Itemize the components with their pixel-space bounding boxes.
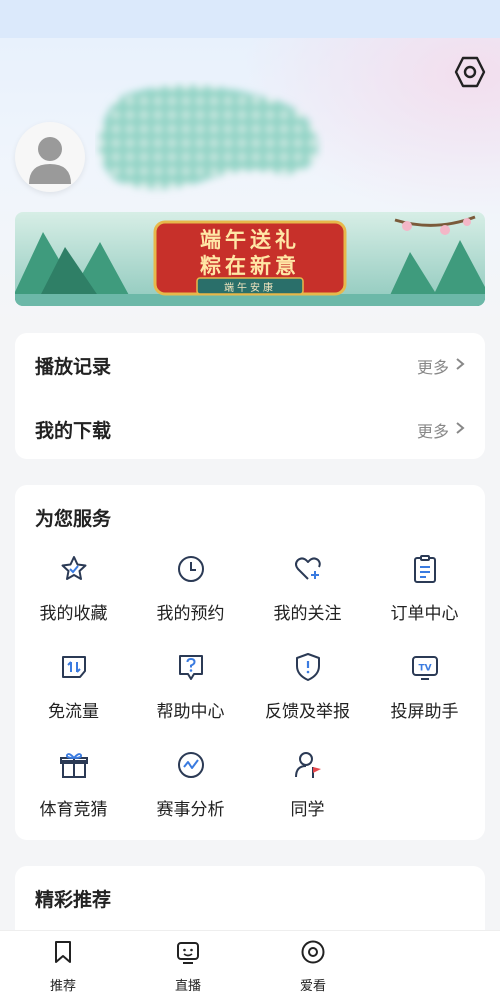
service-match-analysis[interactable]: 赛事分析 [132, 749, 249, 839]
tab-label: 爱看 [299, 979, 326, 994]
banner-title-line2: 粽在新意 [200, 253, 300, 278]
play-record-label: 播放记录 [35, 356, 112, 378]
heart-plus-icon [295, 557, 321, 580]
data-free-icon [62, 656, 86, 678]
download-more[interactable]: 更多 [417, 418, 449, 442]
chevron-right-icon [456, 422, 465, 434]
shield-alert-icon [296, 653, 320, 681]
history-card: 播放记录 更多 我的下载 更多 [15, 333, 485, 459]
avatar[interactable] [15, 122, 85, 192]
service-feedback-report[interactable]: 反馈及举报 [249, 651, 366, 741]
tab-recommend[interactable]: 推荐 [13, 931, 113, 1001]
service-following[interactable]: 我的关注 [249, 553, 366, 643]
service-classmates[interactable]: 同学 [249, 749, 366, 839]
service-favorites[interactable]: 我的收藏 [15, 553, 132, 643]
clock-icon [178, 556, 204, 582]
tab-live[interactable]: 直播 [138, 931, 238, 1001]
tab-label: 直播 [174, 979, 201, 994]
settings-button[interactable] [452, 54, 488, 90]
tab-love-watch[interactable]: 爱看 [263, 931, 363, 1001]
clipboard-icon [414, 555, 436, 583]
default-avatar-icon [29, 137, 71, 184]
username-redacted [95, 80, 325, 200]
bottom-tab-bar: 推荐 直播 爱看 [0, 930, 500, 1001]
service-label: 我的收藏 [39, 604, 108, 624]
download-row[interactable]: 我的下载 更多 [15, 400, 485, 456]
service-label: 订单中心 [390, 604, 459, 624]
status-bar [0, 0, 500, 38]
recommend-title: 精彩推荐 [35, 889, 112, 911]
svg-text:TV: TV [418, 664, 431, 674]
service-label: 免流量 [48, 702, 99, 722]
help-icon [179, 655, 203, 680]
play-record-more[interactable]: 更多 [417, 354, 449, 378]
service-label: 我的预约 [156, 604, 225, 624]
service-label: 赛事分析 [156, 800, 225, 820]
banner-subtitle: 端午安康 [224, 283, 276, 294]
service-label: 我的关注 [273, 604, 342, 624]
service-label: 体育竞猜 [39, 800, 108, 820]
bookmark-icon [55, 941, 71, 963]
service-reservations[interactable]: 我的预约 [132, 553, 249, 643]
service-label: 投屏助手 [390, 702, 459, 722]
gift-icon [60, 753, 88, 778]
service-data-free[interactable]: 免流量 [15, 651, 132, 741]
services-title: 为您服务 [35, 508, 112, 530]
service-help[interactable]: 帮助中心 [132, 651, 249, 741]
service-orders[interactable]: 订单中心 [366, 553, 483, 643]
classmate-icon [295, 752, 321, 778]
star-icon [61, 556, 87, 580]
target-icon [301, 940, 325, 964]
services-card: 为您服务 我的收藏 我的预约 我的关注 订单中心 免流量 帮助中心 反馈及举报 … [15, 485, 485, 840]
service-sports-quiz[interactable]: 体育竞猜 [15, 749, 132, 839]
tv-cast-icon: TV [412, 656, 438, 680]
service-label: 帮助中心 [156, 702, 225, 722]
promo-banner[interactable]: 端午送礼 粽在新意 端午安康 [15, 212, 485, 306]
settings-hexagon-icon [454, 56, 486, 88]
tab-label: 推荐 [49, 979, 76, 994]
download-label: 我的下载 [35, 420, 112, 442]
chevron-right-icon [456, 358, 465, 370]
chart-circle-icon [178, 752, 204, 778]
service-screen-cast[interactable]: TV 投屏助手 [366, 651, 483, 741]
service-label: 同学 [290, 800, 325, 820]
play-record-row[interactable]: 播放记录 更多 [15, 336, 485, 392]
tv-face-icon [177, 942, 199, 964]
service-label: 反馈及举报 [265, 702, 350, 722]
